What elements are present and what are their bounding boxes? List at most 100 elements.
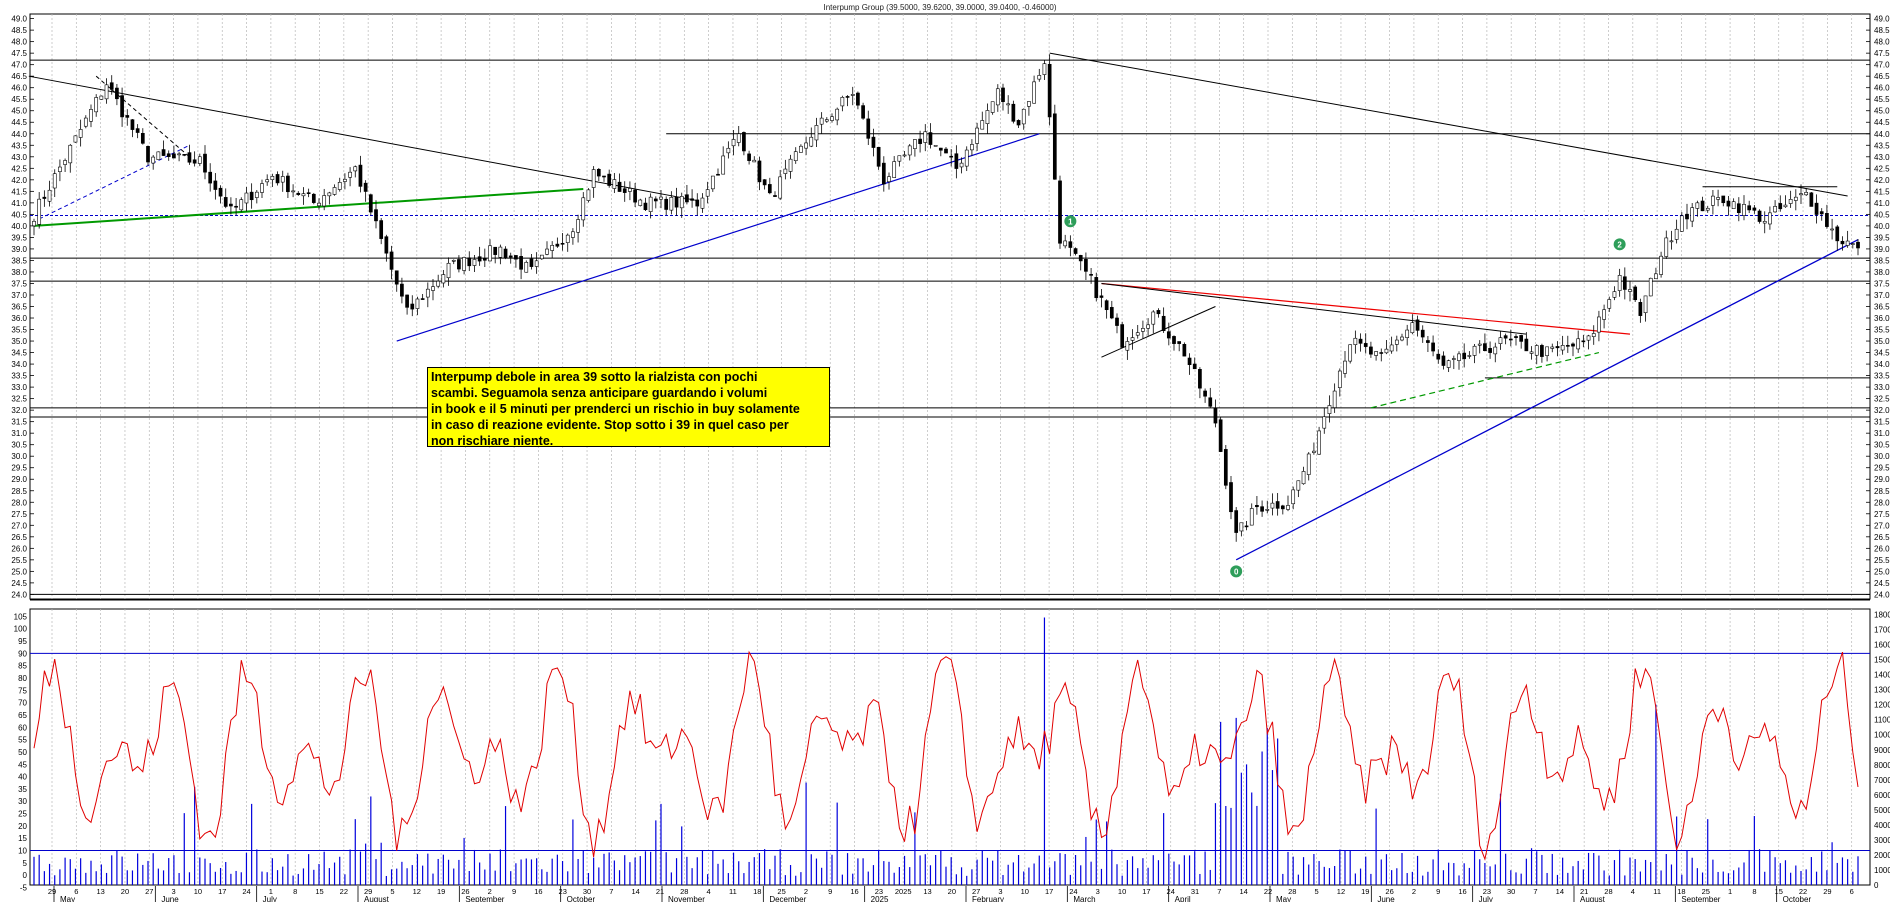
- candle-body: [368, 194, 373, 213]
- price-tick-label: 33.0: [11, 383, 27, 392]
- candle-body: [633, 189, 637, 203]
- candle-body: [1384, 348, 1389, 354]
- date-tick-label: 13: [923, 887, 931, 896]
- candle-body: [1669, 240, 1674, 243]
- date-tick-label: 31: [1191, 887, 1199, 896]
- candle-body: [1125, 341, 1130, 351]
- candle-body: [892, 161, 897, 178]
- candle-body: [887, 176, 891, 183]
- price-tick-label: 37.0: [1874, 291, 1890, 300]
- date-tick-label: 4: [1631, 887, 1635, 896]
- price-tick-label: 44.5: [1874, 118, 1890, 127]
- price-tick-label: 28.0: [11, 498, 27, 507]
- date-tick-label: 8: [1752, 887, 1756, 896]
- price-tick-label: 35.0: [1874, 337, 1890, 346]
- price-tick-label: 31.5: [1874, 418, 1890, 427]
- candle-body: [1757, 210, 1762, 222]
- candle-body: [197, 156, 202, 164]
- candle-body: [721, 155, 726, 175]
- candle-body: [1063, 240, 1068, 247]
- candle-body: [1363, 343, 1368, 347]
- candle-body: [1840, 240, 1845, 245]
- price-tick-label: 39.0: [1874, 245, 1890, 254]
- volume-tick-label: 14000: [1874, 671, 1890, 680]
- candle-body: [104, 84, 109, 100]
- candle-body: [1845, 240, 1850, 246]
- candle-body: [1306, 453, 1311, 475]
- price-tick-label: 32.0: [1874, 406, 1890, 415]
- candle-body: [1457, 353, 1461, 361]
- candle-body: [508, 255, 513, 258]
- price-tick-label: 42.0: [1874, 176, 1890, 185]
- candle-body: [1389, 344, 1394, 352]
- price-tick-label: 24.0: [11, 590, 27, 599]
- price-tick-label: 46.0: [1874, 84, 1890, 93]
- price-tick-label: 38.0: [11, 268, 27, 277]
- candle-body: [187, 152, 192, 163]
- price-tick-label: 40.0: [1874, 222, 1890, 231]
- candle-body: [348, 171, 352, 178]
- candle-body: [1198, 369, 1202, 389]
- price-tick-label: 46.5: [1874, 72, 1890, 81]
- oscillator-tick-label: 105: [14, 612, 28, 621]
- candle-body: [1762, 221, 1767, 224]
- date-tick-label: 9: [828, 887, 832, 896]
- price-tick-label: 38.5: [1874, 256, 1890, 265]
- candle-body: [1379, 352, 1384, 354]
- candle-body: [726, 147, 731, 154]
- candle-body: [555, 243, 560, 247]
- candle-body: [685, 194, 689, 203]
- price-tick-label: 45.0: [11, 107, 27, 116]
- oscillator-tick-label: 5: [23, 859, 28, 868]
- price-tick-label: 25.0: [1874, 567, 1890, 576]
- candle-body: [1141, 328, 1145, 332]
- candle-body: [156, 151, 161, 160]
- candle-body: [1514, 336, 1518, 338]
- candle-body: [628, 188, 632, 192]
- candle-body: [819, 117, 824, 125]
- candle-body: [586, 189, 591, 201]
- candle-body: [944, 148, 948, 154]
- candle-body: [679, 196, 684, 209]
- price-tick-label: 48.5: [1874, 26, 1890, 35]
- oscillator-axis-left: -5 0 5 10 15 20 25 30 35 40 45 50 55 60 65 70 75 80 85 90 95…: [14, 612, 28, 892]
- price-tick-label: 48.5: [11, 26, 27, 35]
- candle-body: [1073, 248, 1078, 254]
- candle-body: [1369, 346, 1373, 355]
- candle-body: [1420, 329, 1425, 338]
- candle-body: [52, 173, 57, 189]
- price-tick-label: 27.0: [11, 521, 27, 530]
- oscillator-tick-label: -5: [20, 883, 28, 892]
- price-tick-label: 27.0: [1874, 521, 1890, 530]
- candle-body: [493, 246, 498, 255]
- marker-label: 2: [1617, 240, 1622, 249]
- candle-body: [918, 138, 922, 144]
- candle-body: [1353, 337, 1358, 345]
- price-tick-label: 32.5: [1874, 395, 1890, 404]
- candle-body: [1218, 419, 1223, 452]
- candle-body: [472, 259, 477, 266]
- candle-body: [265, 179, 270, 183]
- date-tick-label: 18: [753, 887, 761, 896]
- candle-body: [1679, 215, 1684, 232]
- candle-body: [690, 198, 694, 201]
- candle-body: [938, 147, 943, 151]
- candle-body: [591, 169, 596, 188]
- price-tick-label: 37.5: [11, 279, 27, 288]
- month-label: June: [1377, 895, 1395, 902]
- oscillator-tick-label: 100: [14, 625, 28, 634]
- oscillator-tick-label: 25: [18, 810, 27, 819]
- candle-body: [1446, 360, 1451, 368]
- price-tick-label: 44.5: [11, 118, 27, 127]
- candle-body: [1597, 316, 1601, 333]
- date-tick-label: 30: [1507, 887, 1515, 896]
- candle-body: [1068, 241, 1073, 248]
- price-tick-label: 29.5: [11, 464, 27, 473]
- month-label: August: [364, 895, 390, 902]
- candle-body: [1255, 505, 1259, 508]
- price-tick-label: 42.5: [11, 164, 27, 173]
- candle-body: [109, 82, 114, 90]
- candle-body: [1208, 397, 1213, 407]
- price-tick-label: 43.5: [11, 141, 27, 150]
- candle-body: [229, 203, 233, 207]
